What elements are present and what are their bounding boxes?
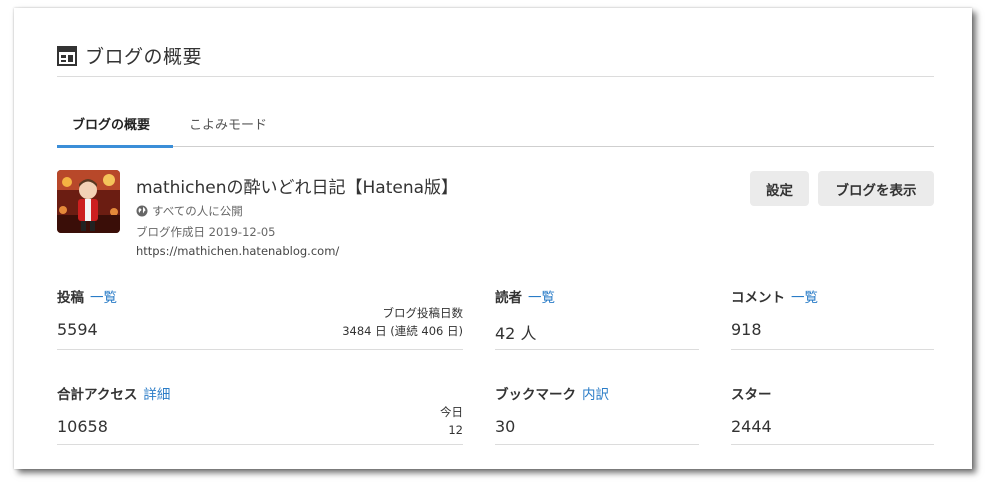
post-days-value: 3484 日 (連続 406 日) [342,324,463,338]
stat-label: ブックマーク 内訳 [495,387,609,403]
readers-count: 42 人 [495,324,537,343]
post-days: ブログ投稿日数 3484 日 (連続 406 日) [342,304,463,340]
bookmarks-count: 30 [495,417,516,436]
readers-list-link[interactable]: 一覧 [528,290,555,306]
page-header: ブログの概要 [57,42,202,69]
posts-list-link[interactable]: 一覧 [90,290,117,306]
blog-avatar[interactable] [57,170,120,233]
stat-posts: 投稿 一覧 5594 ブログ投稿日数 3484 日 (連続 406 日) [57,286,463,350]
page-title: ブログの概要 [85,46,203,68]
access-count: 10658 [57,417,108,436]
today-access: 今日 12 [440,403,463,439]
visibility-status: すべての人に公開 [136,203,243,219]
today-label: 今日 [440,405,463,419]
today-value: 12 [448,423,463,437]
dashboard-icon [57,45,77,66]
stat-label: コメント 一覧 [731,290,818,306]
blog-url[interactable]: https://mathichen.hatenablog.com/ [136,244,339,258]
tab-calendar-mode[interactable]: こよみモード [189,114,267,133]
active-tab-indicator [57,145,173,148]
tab-bar: ブログの概要 こよみモード [57,100,934,148]
stat-comments: コメント 一覧 918 [731,286,934,350]
access-detail-link[interactable]: 詳細 [143,387,170,403]
stat-label: 読者 一覧 [495,290,555,306]
blog-overview-card: ブログの概要 ブログの概要 こよみモード mathichenの酔いどれ日記【Ha… [14,8,972,469]
bookmarks-breakdown-link[interactable]: 内訳 [582,387,609,403]
header-divider [57,76,934,77]
comments-list-link[interactable]: 一覧 [791,290,818,306]
visibility-label: すべての人に公開 [152,204,243,218]
tab-blog-overview[interactable]: ブログの概要 [72,114,150,133]
stat-bookmarks: ブックマーク 内訳 30 [495,383,699,445]
view-blog-button[interactable]: ブログを表示 [818,171,934,206]
created-date: ブログ作成日 2019-12-05 [136,225,276,239]
stat-label: 投稿 一覧 [57,290,117,306]
settings-button[interactable]: 設定 [750,171,809,206]
stat-readers: 読者 一覧 42 人 [495,286,699,350]
stat-label: スター [731,387,772,403]
blog-title[interactable]: mathichenの酔いどれ日記【Hatena版】 [136,173,458,198]
globe-icon [136,205,148,217]
post-days-label: ブログ投稿日数 [382,306,464,320]
stars-count: 2444 [731,417,772,436]
stat-stars: スター 2444 [731,383,934,445]
stat-access: 合計アクセス 詳細 10658 今日 12 [57,383,463,445]
posts-count: 5594 [57,320,98,339]
comments-count: 918 [731,320,762,339]
stat-label: 合計アクセス 詳細 [57,387,171,403]
